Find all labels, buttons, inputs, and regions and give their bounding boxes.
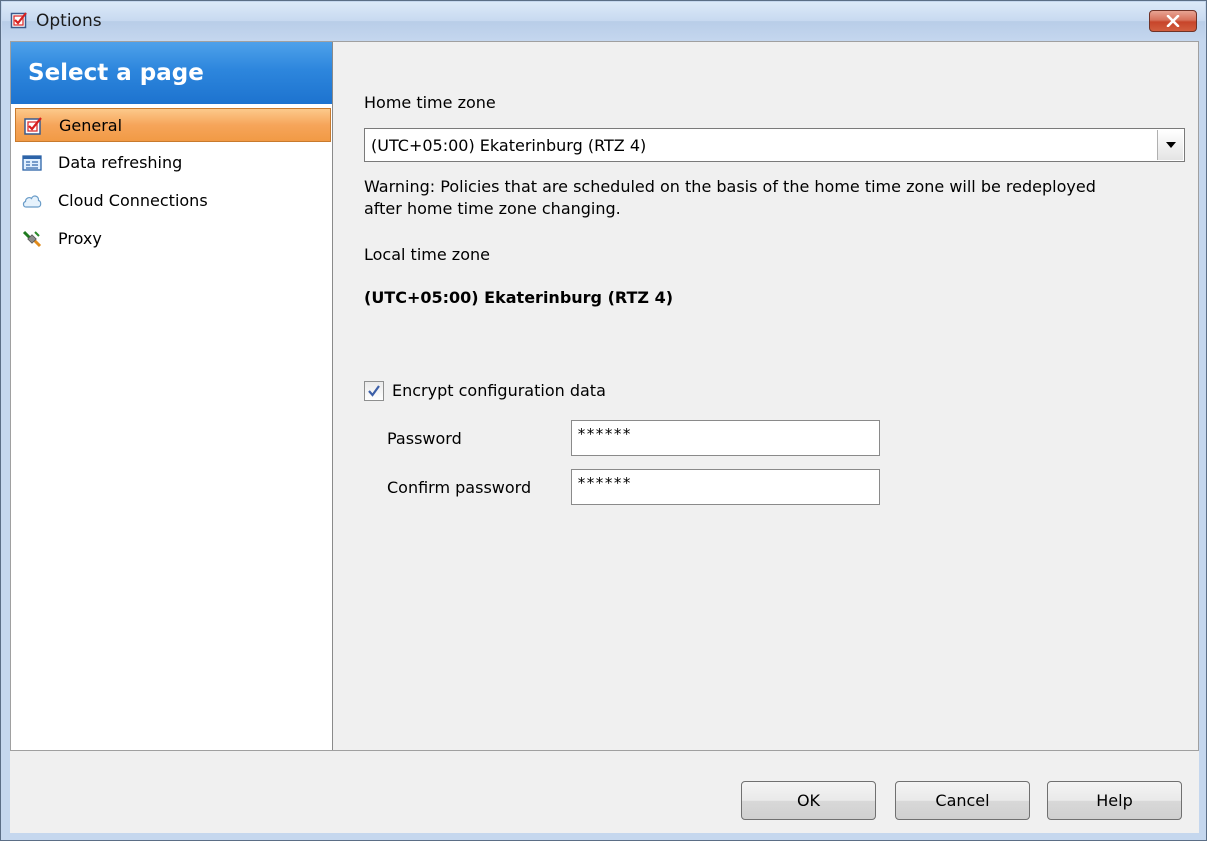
confirm-password-field[interactable]: ****** (571, 469, 880, 505)
chevron-down-icon (1165, 142, 1176, 148)
home-time-zone-select[interactable]: (UTC+05:00) Ekaterinburg (RTZ 4) (364, 128, 1185, 162)
data-table-icon (22, 155, 42, 171)
options-dialog: Options Select a page General Data refre… (0, 0, 1207, 841)
warning-text-line2: after home time zone changing. (364, 199, 621, 218)
plug-icon (22, 230, 42, 248)
checked-form-icon (24, 117, 42, 135)
local-time-zone-label: Local time zone (364, 245, 490, 264)
sidebar-item-general[interactable]: General (15, 108, 331, 142)
page-selector-sidebar: Select a page General Data refreshing Cl… (11, 42, 333, 750)
help-button[interactable]: Help (1047, 781, 1182, 820)
ok-button[interactable]: OK (741, 781, 876, 820)
checkmark-icon (368, 385, 380, 397)
sidebar-header-title: Select a page (28, 60, 204, 86)
encrypt-checkbox-label[interactable]: Encrypt configuration data (392, 381, 606, 400)
cancel-button[interactable]: Cancel (895, 781, 1030, 820)
checked-form-icon (10, 12, 27, 29)
sidebar-item-data-refreshing[interactable]: Data refreshing (15, 146, 331, 180)
dialog-footer: OK Cancel Help (10, 751, 1199, 833)
home-time-zone-value: (UTC+05:00) Ekaterinburg (RTZ 4) (371, 136, 647, 155)
dropdown-button[interactable] (1157, 130, 1183, 160)
sidebar-item-label: General (59, 116, 123, 135)
general-page: Home time zone (UTC+05:00) Ekaterinburg … (334, 42, 1198, 750)
confirm-password-label: Confirm password (387, 478, 532, 497)
local-time-zone-value: (UTC+05:00) Ekaterinburg (RTZ 4) (364, 288, 674, 307)
sidebar-item-label: Data refreshing (58, 153, 183, 172)
close-button[interactable] (1149, 10, 1197, 32)
home-time-zone-label: Home time zone (364, 93, 496, 112)
dialog-content: Select a page General Data refreshing Cl… (10, 41, 1199, 751)
window-title: Options (36, 11, 102, 31)
password-label: Password (387, 429, 462, 448)
close-icon (1166, 15, 1180, 27)
encrypt-checkbox[interactable] (364, 381, 384, 401)
sidebar-item-proxy[interactable]: Proxy (15, 222, 331, 256)
sidebar-item-label: Cloud Connections (58, 191, 208, 210)
title-bar[interactable]: Options (2, 2, 1205, 40)
sidebar-item-label: Proxy (58, 229, 102, 248)
sidebar-item-cloud-connections[interactable]: Cloud Connections (15, 184, 331, 218)
password-field[interactable]: ****** (571, 420, 880, 456)
warning-text-line1: Warning: Policies that are scheduled on … (364, 177, 1096, 196)
cloud-icon (22, 195, 42, 208)
sidebar-header: Select a page (11, 42, 332, 104)
